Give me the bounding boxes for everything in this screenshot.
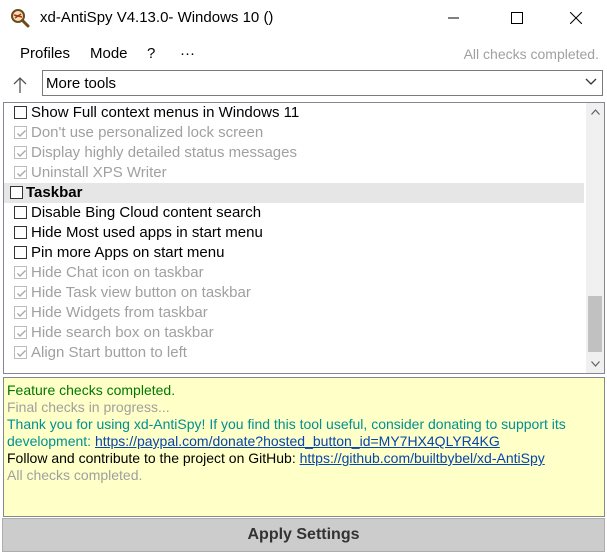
toolbar: More tools [0,70,607,100]
menu-mode[interactable]: Mode [90,45,128,62]
feature-row[interactable]: Display highly detailed status messages [4,143,584,163]
feature-label: Display highly detailed status messages [31,144,297,161]
title-bar: xd-AntiSpy V4.13.0- Windows 10 () [0,0,607,38]
feature-list: Show Full context menus in Windows 11 Don… [4,103,586,373]
log-thanks: Thank you for using xd-AntiSpy! If you f… [7,416,566,432]
category-row[interactable]: Taskbar [4,183,584,203]
scroll-up-icon [590,109,600,115]
up-arrow-button[interactable] [8,72,32,98]
feature-row[interactable]: Show Full context menus in Windows 11 [4,103,584,123]
feature-row[interactable]: Hide Chat icon on taskbar [4,263,584,283]
view-selector[interactable]: More tools [42,70,603,96]
checkmark-icon [17,310,26,317]
log-donate-prefix: development: [7,433,95,449]
log-github-line: Follow and contribute to the project on … [7,450,545,467]
menu-help[interactable]: ? [147,45,155,62]
feature-label: Disable Bing Cloud content search [31,204,262,221]
scroll-down-button[interactable] [586,355,604,373]
checkmark-icon [17,270,26,277]
checkmark-icon [17,150,26,157]
apply-settings-label: Apply Settings [247,526,360,543]
view-selector-value: More tools [46,75,117,92]
feature-row[interactable]: Pin more Apps on start menu [4,243,584,263]
status-text: All checks completed. [463,46,599,62]
feature-row[interactable]: Disable Bing Cloud content search [4,203,584,223]
close-button[interactable] [553,0,599,36]
log-github-prefix: Follow and contribute to the project on … [7,450,300,466]
up-arrow-icon [13,77,27,93]
github-link[interactable]: https://github.com/builtbybel/xd-AntiSpy [300,450,545,466]
checkbox[interactable] [14,146,27,159]
checkbox[interactable] [14,286,27,299]
chevron-down-icon [585,78,597,85]
feature-row[interactable]: Hide Task view button on taskbar [4,283,584,303]
feature-label: Hide Task view button on taskbar [31,284,251,301]
feature-label: Show Full context menus in Windows 11 [31,104,300,121]
log-final-checks: Final checks in progress... [7,399,170,415]
feature-row[interactable]: Don't use personalized lock screen [4,123,584,143]
checkmark-icon [17,170,26,177]
feature-row[interactable]: Hide Widgets from taskbar [4,303,584,323]
maximize-button[interactable] [494,0,540,36]
checkmark-icon [17,330,26,337]
checkbox[interactable] [14,266,27,279]
feature-tree: Show Full context menus in Windows 11 Don… [3,102,605,374]
vertical-scrollbar[interactable] [586,103,604,373]
minimize-button[interactable] [431,0,477,36]
menu-profiles[interactable]: Profiles [20,45,70,62]
checkbox[interactable] [10,186,23,199]
log-all-checks: All checks completed. [7,467,143,483]
minimize-icon [448,17,459,19]
feature-label: Hide search box on taskbar [31,324,214,341]
scroll-thumb[interactable] [588,296,602,352]
checkmark-icon [17,290,26,297]
checkbox[interactable] [14,206,27,219]
window-title: xd-AntiSpy V4.13.0- Windows 10 () [40,9,274,26]
checkbox[interactable] [14,126,27,139]
log-feature-checks: Feature checks completed. [7,382,176,398]
checkmark-icon [17,130,26,137]
checkbox[interactable] [14,166,27,179]
feature-label: Don't use personalized lock screen [31,124,264,141]
feature-label: Align Start button to left [31,344,187,361]
checkbox[interactable] [14,226,27,239]
feature-label: Pin more Apps on start menu [31,244,225,261]
checkbox[interactable] [14,246,27,259]
feature-row[interactable]: Hide search box on taskbar [4,323,584,343]
feature-label: Uninstall XPS Writer [31,164,167,181]
checkbox[interactable] [14,326,27,339]
log-donate-line: development: https://paypal.com/donate?h… [7,433,500,450]
checkbox[interactable] [14,106,27,119]
scroll-down-icon [590,361,600,367]
feature-label: Hide Chat icon on taskbar [31,264,204,281]
feature-row[interactable]: Hide Most used apps in start menu [4,223,584,243]
feature-label: Hide Most used apps in start menu [31,224,263,241]
feature-row[interactable]: Align Start button to left [4,343,584,363]
menu-more[interactable]: ··· [180,45,195,62]
checkbox[interactable] [14,346,27,359]
apply-settings-button[interactable]: Apply Settings [2,518,605,552]
maximize-icon [511,12,523,24]
app-logo-icon [10,8,30,28]
feature-row[interactable]: Uninstall XPS Writer [4,163,584,183]
checkbox[interactable] [14,306,27,319]
menu-bar: Profiles Mode ? ··· All checks completed… [0,38,607,68]
scroll-up-button[interactable] [586,103,604,121]
checkmark-icon [17,350,26,357]
close-icon [570,12,582,24]
feature-label: Hide Widgets from taskbar [31,304,208,321]
category-label: Taskbar [26,184,83,201]
log-panel[interactable]: Feature checks completed. Final checks i… [3,377,605,517]
donate-link[interactable]: https://paypal.com/donate?hosted_button_… [95,433,500,449]
